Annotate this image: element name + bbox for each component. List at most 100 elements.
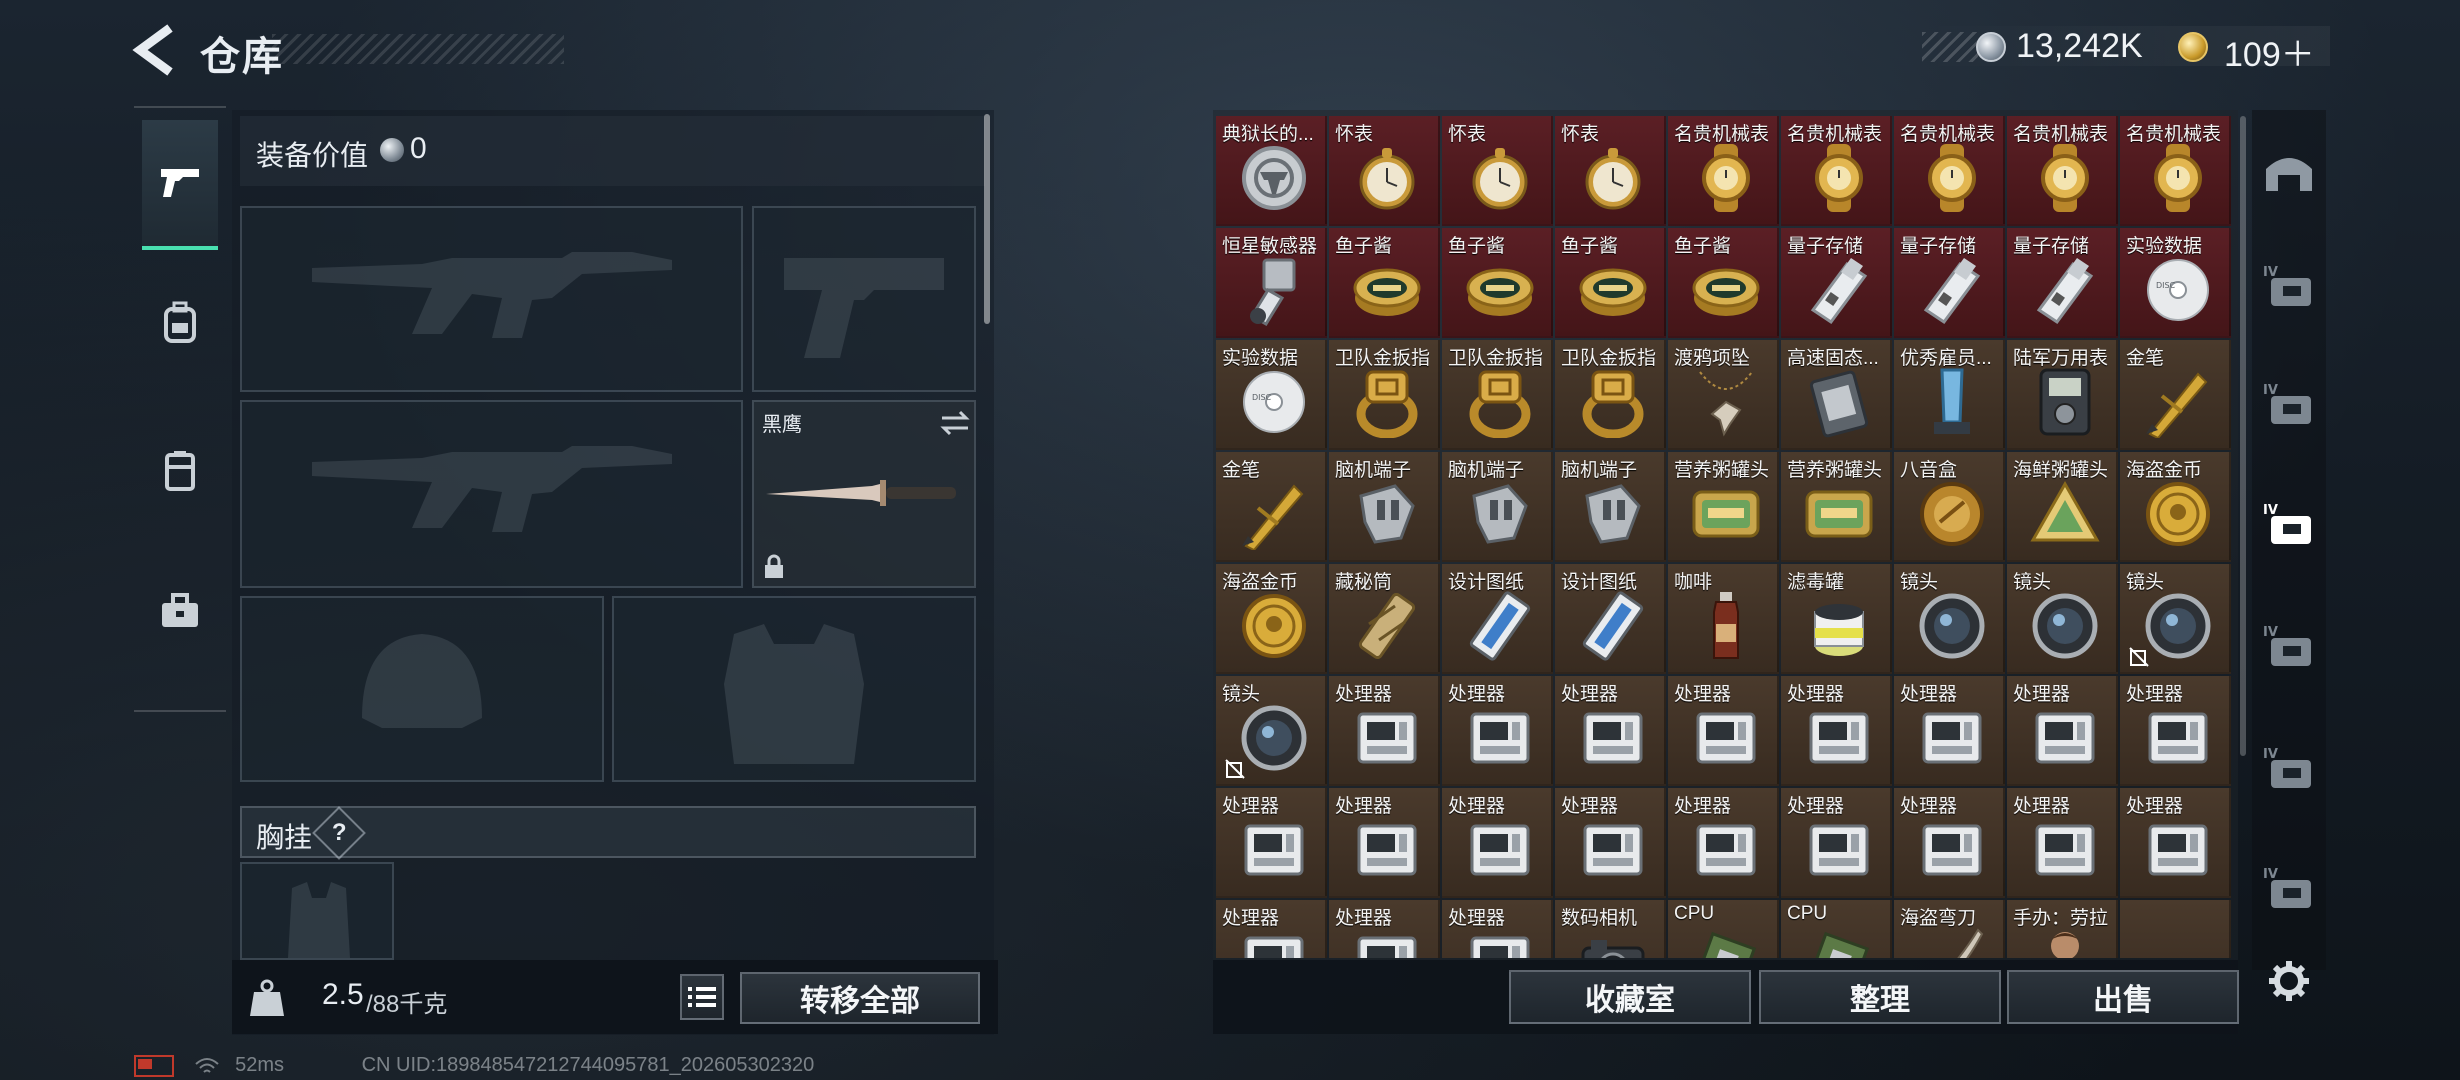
inventory-item[interactable]: 处理器 <box>1781 676 1892 786</box>
inventory-item[interactable]: 鱼子酱 <box>1555 228 1666 338</box>
inventory-item[interactable]: 镜头 <box>2120 564 2231 674</box>
inventory-item[interactable]: 海盗金币 <box>2120 452 2231 562</box>
inventory-item[interactable]: 渡鸦项坠 <box>1668 340 1779 450</box>
inventory-item[interactable]: 设计图纸 <box>1442 564 1553 674</box>
rail-iv-key-1[interactable]: IV <box>2258 256 2320 318</box>
inventory-item[interactable]: 处理器 <box>1668 788 1779 898</box>
organize-button[interactable]: 整理 <box>1759 970 2001 1024</box>
inventory-item[interactable]: 鱼子酱 <box>1668 228 1779 338</box>
secondary-weapon-slot[interactable] <box>240 400 743 588</box>
inventory-item[interactable]: 金笔 <box>1216 452 1327 562</box>
rail-home[interactable] <box>2258 140 2320 202</box>
inventory-item[interactable]: 高速固态... <box>1781 340 1892 450</box>
inventory-item[interactable]: CPU <box>1781 900 1892 958</box>
inventory-item[interactable]: 镜头 <box>1216 676 1327 786</box>
inventory-item[interactable]: 实验数据 DISC <box>1216 340 1327 450</box>
rail-iv-key-2[interactable]: IV <box>2258 374 2320 436</box>
inventory-item[interactable]: 处理器 <box>1555 676 1666 786</box>
inventory-item[interactable]: 处理器 <box>1894 788 2005 898</box>
inventory-item[interactable]: 卫队金扳指 <box>1442 340 1553 450</box>
inventory-item[interactable]: 陆军万用表 <box>2007 340 2118 450</box>
inventory-item[interactable]: 处理器 <box>1216 900 1327 958</box>
inventory-item[interactable]: 数码相机 <box>1555 900 1666 958</box>
inventory-item[interactable]: 营养粥罐头 <box>1781 452 1892 562</box>
inventory-item[interactable]: 处理器 <box>1329 788 1440 898</box>
inventory-item[interactable]: 镜头 <box>1894 564 2005 674</box>
rail-iv-key-3[interactable]: IV <box>2258 494 2320 556</box>
inventory-item[interactable]: 八音盒 <box>1894 452 2005 562</box>
inventory-item[interactable]: 海盗金币 <box>1216 564 1327 674</box>
primary-weapon-slot[interactable] <box>240 206 743 392</box>
inventory-item[interactable]: 名贵机械表 <box>1894 116 2005 226</box>
melee-slot[interactable]: 黑鹰 <box>752 400 976 588</box>
inventory-item[interactable]: 鱼子酱 <box>1329 228 1440 338</box>
inventory-item[interactable]: 量子存储 <box>1894 228 2005 338</box>
inventory-item[interactable]: 量子存储 <box>2007 228 2118 338</box>
inventory-item[interactable]: 优秀雇员... <box>1894 340 2005 450</box>
inventory-item[interactable]: 处理器 <box>1781 788 1892 898</box>
inventory-item[interactable]: 脑机端子 <box>1442 452 1553 562</box>
gold-currency-amount[interactable]: 109＋ <box>2224 27 2315 76</box>
armor-slot[interactable] <box>612 596 976 782</box>
inventory-item[interactable]: 处理器 <box>1329 676 1440 786</box>
pistol-slot[interactable] <box>752 206 976 392</box>
inventory-item[interactable]: 处理器 <box>1442 788 1553 898</box>
inventory-item[interactable]: 名贵机械表 <box>2007 116 2118 226</box>
inventory-item[interactable]: 名贵机械表 <box>1781 116 1892 226</box>
inventory-item[interactable]: 名贵机械表 <box>1668 116 1779 226</box>
inventory-item[interactable]: 处理器 <box>1668 676 1779 786</box>
transfer-all-button[interactable]: 转移全部 <box>740 972 980 1024</box>
inventory-item[interactable] <box>2120 900 2231 958</box>
inventory-item[interactable]: 实验数据 DISC <box>2120 228 2231 338</box>
inventory-item[interactable]: 名贵机械表 <box>2120 116 2231 226</box>
inventory-item[interactable]: 脑机端子 <box>1329 452 1440 562</box>
tab-supplies[interactable] <box>142 546 218 676</box>
rail-iv-folder[interactable]: IV <box>2258 616 2320 678</box>
inventory-item[interactable]: 海盗弯刀 <box>1894 900 2005 958</box>
helmet-slot[interactable] <box>240 596 604 782</box>
inventory-item[interactable]: 卫队金扳指 <box>1555 340 1666 450</box>
inventory-item[interactable]: 脑机端子 <box>1555 452 1666 562</box>
swap-icon[interactable] <box>940 410 970 436</box>
collection-room-button[interactable]: 收藏室 <box>1509 970 1751 1024</box>
inventory-item[interactable]: 典狱长的... <box>1216 116 1327 226</box>
tab-weapons[interactable] <box>142 120 218 250</box>
inventory-item[interactable]: 藏秘筒 <box>1329 564 1440 674</box>
inventory-item[interactable]: 鱼子酱 <box>1442 228 1553 338</box>
sell-button[interactable]: 出售 <box>2007 970 2239 1024</box>
inventory-item[interactable]: 处理器 <box>2007 788 2118 898</box>
inventory-item[interactable]: 怀表 <box>1442 116 1553 226</box>
inventory-item[interactable]: 滤毒罐 <box>1781 564 1892 674</box>
rail-settings[interactable] <box>2258 950 2320 1012</box>
rail-iv-triangle[interactable]: IV <box>2258 738 2320 800</box>
inventory-item[interactable]: 镜头 <box>2007 564 2118 674</box>
inventory-item[interactable]: 设计图纸 <box>1555 564 1666 674</box>
tab-vest[interactable] <box>142 406 218 536</box>
inventory-item[interactable]: 处理器 <box>1555 788 1666 898</box>
chest-rig-help-button[interactable]: ? <box>312 806 366 860</box>
inventory-item[interactable]: 怀表 <box>1329 116 1440 226</box>
inventory-scrollbar[interactable] <box>2240 116 2246 756</box>
inventory-item[interactable]: 营养粥罐头 <box>1668 452 1779 562</box>
inventory-item[interactable]: 金笔 <box>2120 340 2231 450</box>
equipment-scrollbar[interactable] <box>984 114 990 324</box>
inventory-item[interactable]: 海鲜粥罐头 <box>2007 452 2118 562</box>
chest-rig-slot[interactable] <box>240 862 394 960</box>
inventory-item[interactable]: 处理器 <box>2120 788 2231 898</box>
list-view-button[interactable] <box>680 974 724 1020</box>
inventory-item[interactable]: 处理器 <box>1216 788 1327 898</box>
inventory-item[interactable]: 处理器 <box>1894 676 2005 786</box>
inventory-item[interactable]: 咖啡 <box>1668 564 1779 674</box>
inventory-item[interactable]: 处理器 <box>2120 676 2231 786</box>
inventory-item[interactable]: 处理器 <box>1442 900 1553 958</box>
inventory-item[interactable]: 处理器 <box>1442 676 1553 786</box>
inventory-item[interactable]: 手办：劳拉 <box>2007 900 2118 958</box>
rail-iv-add[interactable]: IV <box>2258 858 2320 920</box>
back-button[interactable] <box>130 22 180 78</box>
tab-backpack[interactable] <box>142 258 218 388</box>
inventory-item[interactable]: 怀表 <box>1555 116 1666 226</box>
inventory-item[interactable]: 卫队金扳指 <box>1329 340 1440 450</box>
inventory-item[interactable]: 量子存储 <box>1781 228 1892 338</box>
inventory-item[interactable]: CPU <box>1668 900 1779 958</box>
inventory-item[interactable]: 处理器 <box>2007 676 2118 786</box>
